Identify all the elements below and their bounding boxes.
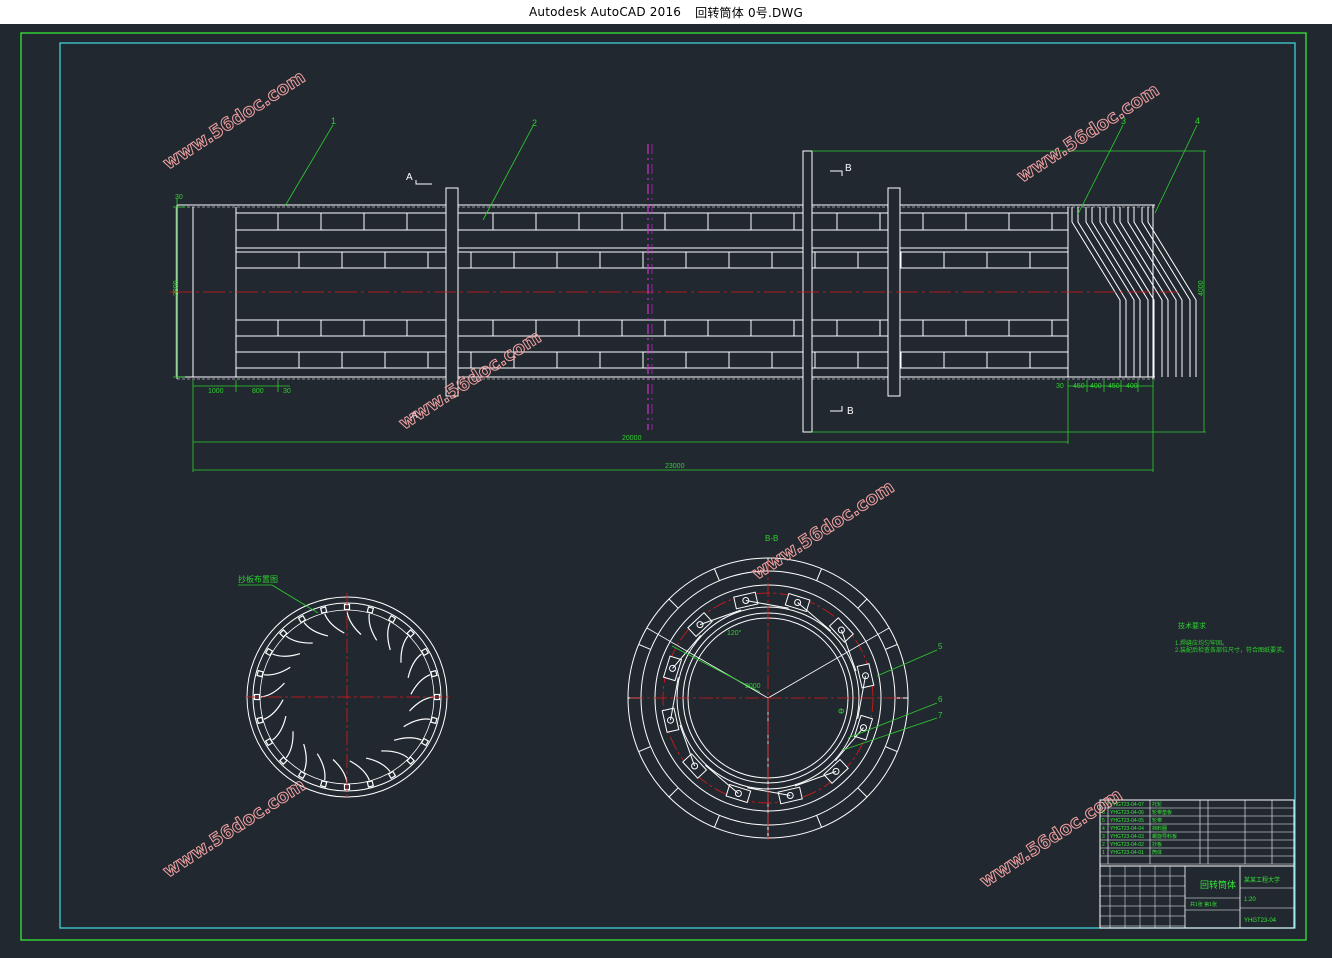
svg-text:7: 7	[938, 711, 943, 720]
watermark-text: www.56doc.com	[159, 67, 309, 175]
bom-name: 筒体	[1152, 849, 1162, 856]
bom-code: YHGT23-04-02	[1110, 842, 1144, 848]
angle-label: 120°	[727, 629, 742, 637]
bom-code: YHGT23-04-05	[1110, 818, 1144, 824]
bom-name: 抄板	[1152, 841, 1162, 848]
ring-section-view[interactable]: B-B 2000 120° Φ 5 6 7	[627, 534, 943, 840]
svg-text:30: 30	[175, 194, 183, 201]
part-label-1: 1	[331, 116, 336, 126]
bom-name: 轮带	[1152, 817, 1162, 824]
watermark-text: www.56doc.com	[395, 327, 545, 435]
bom-name: 螺旋导料板	[1152, 833, 1177, 840]
bom-no: 5	[1102, 818, 1105, 824]
svg-text:技术要求: 技术要求	[1178, 621, 1206, 630]
svg-text:20000: 20000	[622, 435, 642, 442]
radius-label: 2000	[745, 683, 761, 690]
svg-text:A: A	[406, 172, 413, 183]
bom-code: YHGT23-04-04	[1110, 826, 1144, 832]
svg-text:400: 400	[1090, 383, 1102, 390]
svg-text:1.焊缝应均匀牢固。: 1.焊缝应均匀牢固。	[1175, 639, 1228, 647]
scale: 1:20	[1244, 897, 1256, 903]
svg-text:23000: 23000	[665, 463, 685, 470]
svg-text:4000: 4000	[1198, 280, 1205, 296]
bom-name: 轮带垫板	[1152, 809, 1172, 816]
bom-code: YHGT23-04-01	[1110, 850, 1144, 856]
lifter-section-label: 抄板布置图	[238, 574, 278, 584]
drawing-canvas[interactable]: 30 1000 800 30 20000 23000 30 450 400 45…	[0, 24, 1332, 953]
watermark-text: www.56doc.com	[1013, 80, 1163, 188]
svg-text:5: 5	[938, 642, 943, 651]
app-title: Autodesk AutoCAD 2016	[529, 5, 682, 19]
watermarks: www.56doc.com www.56doc.com www.56doc.com w…	[159, 66, 1164, 893]
lifter-section-view[interactable]: 抄板布置图	[238, 574, 450, 800]
technical-notes: 技术要求 1.焊缝应均匀牢固。 2.装配后检查各部位尺寸，符合图纸要求。	[1175, 621, 1288, 654]
svg-text:2.装配后检查各部位尺寸，符合图纸要求。: 2.装配后检查各部位尺寸，符合图纸要求。	[1175, 646, 1288, 654]
bom-code: YHGT23-04-06	[1110, 810, 1144, 816]
svg-text:450: 450	[1108, 383, 1120, 390]
svg-text:6: 6	[938, 695, 943, 704]
bom-name: 挡料圈	[1152, 825, 1167, 832]
section-title: B-B	[765, 534, 778, 543]
svg-text:30: 30	[1056, 383, 1064, 390]
watermark-text: www.56doc.com	[748, 477, 898, 585]
svg-text:30: 30	[283, 388, 291, 395]
svg-text:B: B	[847, 406, 854, 417]
bom-no: 2	[1102, 842, 1105, 848]
svg-text:2800: 2800	[173, 280, 180, 296]
watermark-text: www.56doc.com	[159, 775, 309, 883]
part-title: 回转筒体	[1200, 879, 1236, 890]
cylinder-elevation[interactable]	[170, 144, 1197, 433]
part-label-2: 2	[532, 118, 537, 128]
window-titlebar: Autodesk AutoCAD 2016 回转筒体 0号.DWG	[0, 0, 1332, 24]
part-label-4: 4	[1195, 116, 1200, 126]
svg-text:Φ: Φ	[838, 707, 844, 716]
bom-code: YHGT23-04-03	[1110, 834, 1144, 840]
school-name: 某某工程大学	[1244, 876, 1280, 884]
svg-text:400: 400	[1126, 383, 1138, 390]
drawing-svg[interactable]: 30 1000 800 30 20000 23000 30 450 400 45…	[0, 24, 1332, 953]
file-name: 回转筒体 0号.DWG	[695, 5, 803, 20]
svg-text:1000: 1000	[208, 388, 224, 395]
elevation-dimensions	[173, 124, 1206, 472]
bom-no: 1	[1102, 850, 1105, 856]
svg-text:B: B	[845, 163, 852, 174]
title-block[interactable]: 7 YHGT23-04-07 托轮6 YHGT23-04-06 轮带垫板5 YHGT23-…	[1099, 799, 1295, 929]
svg-text:450: 450	[1073, 383, 1085, 390]
sheet-info: 共1张 第1张	[1190, 901, 1217, 908]
drawing-number: YHGT23-04	[1244, 918, 1277, 924]
bom-name: 托轮	[1152, 801, 1162, 808]
bom-no: 4	[1102, 826, 1105, 832]
bom-no: 3	[1102, 834, 1105, 840]
svg-text:800: 800	[252, 388, 264, 395]
